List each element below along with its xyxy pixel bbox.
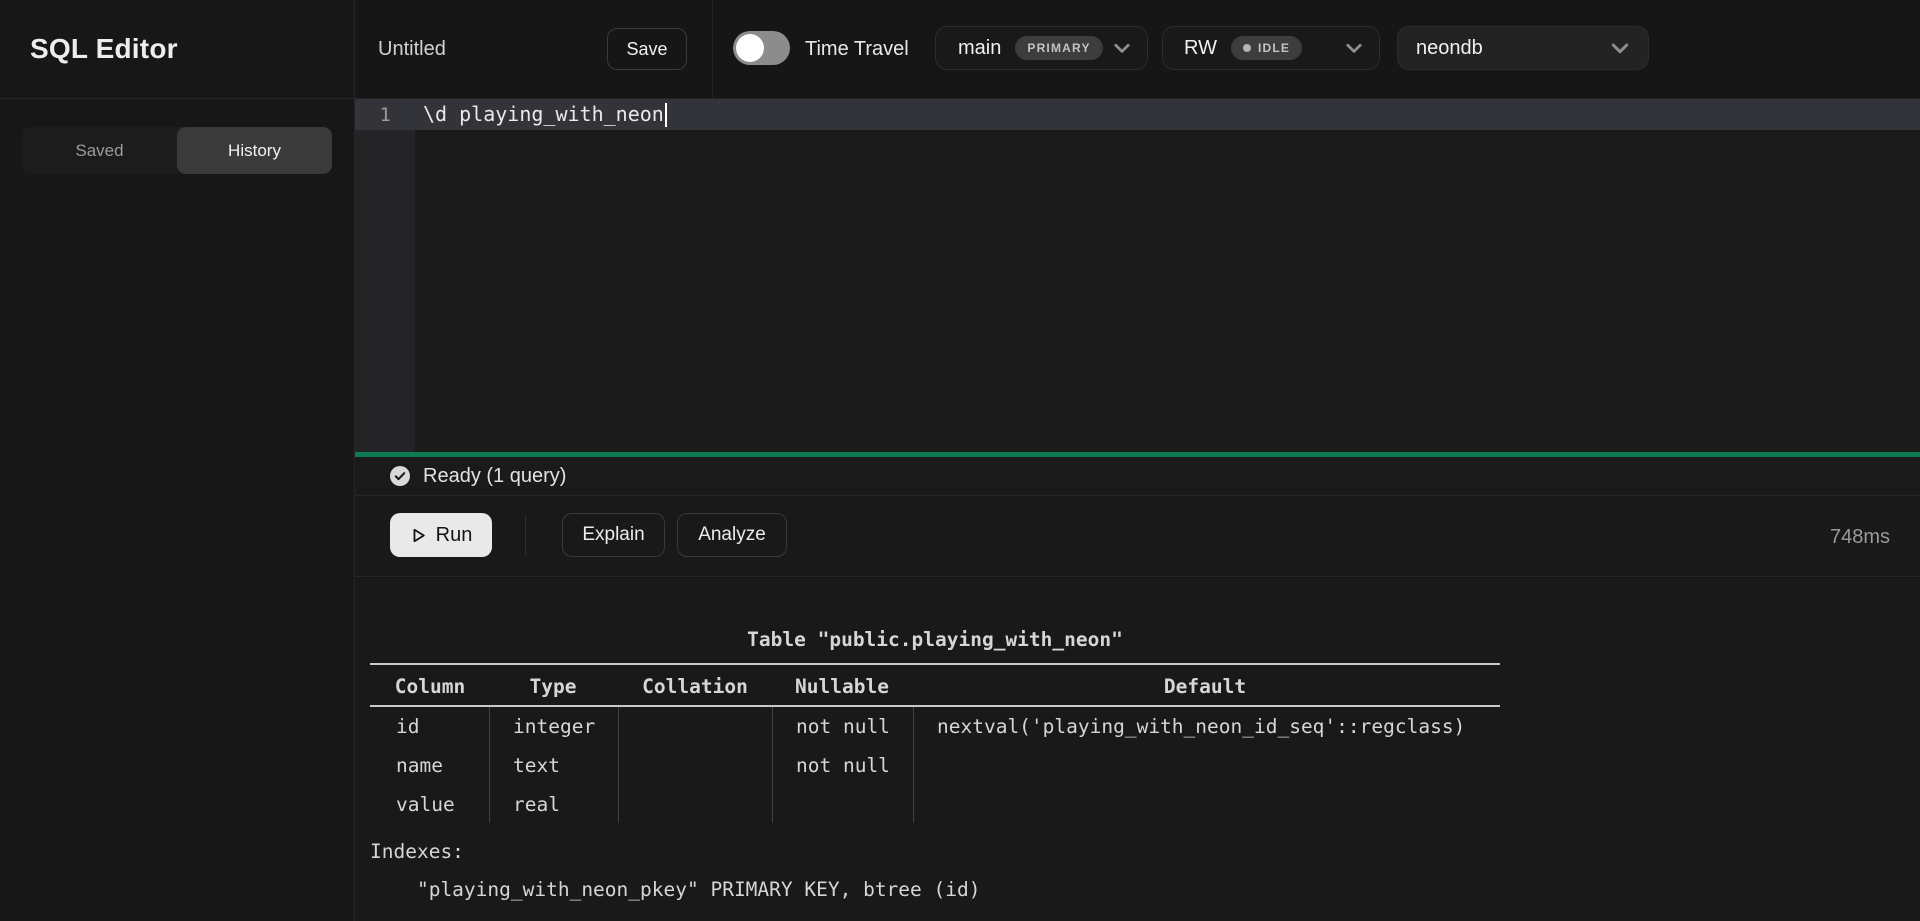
cell-type: real (513, 793, 560, 816)
cell-column: id (396, 715, 419, 738)
sql-editor-area[interactable]: 1 \d playing_with_neon (355, 99, 1920, 452)
chevron-down-icon (1608, 36, 1632, 60)
tab-saved[interactable]: Saved (22, 127, 177, 174)
topbar-divider (712, 0, 713, 98)
col-header-collation: Collation (642, 675, 748, 698)
cell-default: nextval('playing_with_neon_id_seq'::regc… (937, 715, 1465, 738)
column-separator (772, 707, 773, 823)
time-travel-label: Time Travel (805, 0, 909, 98)
results-output: Table "public.playing_with_neon" Column … (355, 578, 1920, 921)
table-rule-top (370, 663, 1500, 665)
idle-dot-icon (1243, 44, 1251, 52)
cell-nullable: not null (796, 754, 890, 777)
chevron-down-icon (1111, 37, 1133, 59)
editor-current-line[interactable]: 1 \d playing_with_neon (355, 99, 1920, 130)
main-panel: Untitled Save Time Travel main PRIMARY R… (355, 0, 1920, 921)
compute-selector[interactable]: RW IDLE (1162, 26, 1380, 70)
run-button[interactable]: Run (390, 513, 492, 557)
compute-status-text: IDLE (1258, 41, 1290, 55)
compute-name: RW (1184, 37, 1217, 60)
cell-type: text (513, 754, 560, 777)
branch-selector[interactable]: main PRIMARY (935, 26, 1148, 70)
result-table-title: Table "public.playing_with_neon" (747, 628, 1123, 651)
database-name: neondb (1416, 37, 1483, 60)
query-title[interactable]: Untitled (378, 0, 446, 98)
status-bar: Ready (1 query) (355, 457, 1920, 496)
branch-name: main (958, 37, 1001, 60)
database-selector[interactable]: neondb (1397, 26, 1649, 70)
status-text: Ready (1 query) (423, 465, 566, 488)
col-header-nullable: Nullable (795, 675, 889, 698)
cell-column: name (396, 754, 443, 777)
sidebar: SQL Editor Saved History (0, 0, 355, 921)
column-separator (618, 707, 619, 823)
indexes-label: Indexes: (370, 840, 464, 863)
col-header-default: Default (1164, 675, 1246, 698)
chevron-down-icon (1343, 37, 1365, 59)
cell-type: integer (513, 715, 595, 738)
app-title: SQL Editor (30, 33, 178, 65)
text-cursor (665, 103, 667, 127)
column-separator (489, 707, 490, 823)
cell-nullable: not null (796, 715, 890, 738)
time-travel-toggle[interactable] (733, 31, 790, 65)
cell-column: value (396, 793, 455, 816)
tab-history[interactable]: History (177, 127, 332, 174)
line-number: 1 (355, 104, 415, 126)
compute-status-badge: IDLE (1231, 36, 1302, 60)
toolbar-divider (525, 515, 526, 555)
col-header-column: Column (395, 675, 465, 698)
column-separator (913, 707, 914, 823)
analyze-button[interactable]: Analyze (677, 513, 787, 557)
explain-button[interactable]: Explain (562, 513, 665, 557)
editor-gutter (355, 99, 415, 452)
query-duration: 748ms (1830, 497, 1890, 577)
col-header-type: Type (530, 675, 577, 698)
editor-code-text[interactable]: \d playing_with_neon (423, 102, 667, 128)
query-toolbar: Run Explain Analyze 748ms (355, 497, 1920, 577)
sidebar-header: SQL Editor (0, 0, 355, 99)
play-icon (410, 527, 427, 544)
branch-primary-badge: PRIMARY (1015, 36, 1102, 60)
index-definition: "playing_with_neon_pkey" PRIMARY KEY, bt… (370, 878, 980, 901)
table-rule-header (370, 705, 1500, 707)
toggle-knob-icon (736, 34, 764, 62)
save-button[interactable]: Save (607, 28, 687, 70)
sidebar-tab-group: Saved History (22, 127, 332, 174)
topbar: Untitled Save Time Travel main PRIMARY R… (355, 0, 1920, 99)
check-circle-icon (390, 466, 410, 486)
run-label: Run (436, 524, 473, 547)
